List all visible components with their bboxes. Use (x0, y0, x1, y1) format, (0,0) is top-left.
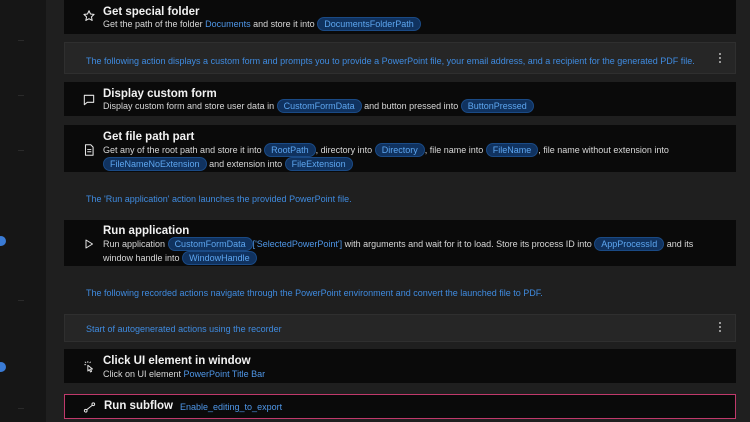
action-description: Click on UI element PowerPoint Title Bar (103, 367, 720, 381)
action-description: Run application CustomFormData ['Selected… (103, 237, 720, 265)
desc-text: Get the path of the folder (103, 19, 203, 29)
variable-chip[interactable]: FileNameNoExtension (103, 157, 207, 171)
action-run-subflow[interactable]: Run subflow Enable_editing_to_export (64, 394, 736, 419)
action-description: Display custom form and store user data … (103, 99, 720, 113)
action-title: Get file path part (103, 131, 195, 143)
desc-text: and store it into (253, 19, 315, 29)
variable-chip[interactable]: DocumentsFolderPath (317, 17, 421, 31)
rail-tick (18, 150, 24, 151)
property-key: ['SelectedPowerPoint'] (252, 239, 343, 249)
comment-autogen-note: Start of autogenerated actions using the… (86, 324, 282, 334)
left-rail (0, 0, 46, 422)
desc-text: and button pressed into (364, 101, 459, 111)
action-description: Get the path of the folder Documents and… (103, 17, 720, 31)
action-description: Get any of the root path and store it in… (103, 143, 720, 171)
variable-chip[interactable]: WindowHandle (182, 251, 257, 265)
action-title: Click UI element in window (103, 355, 251, 367)
desc-text: Click on UI element (103, 369, 182, 379)
desc-text: and extension into (209, 159, 283, 169)
variable-chip[interactable]: AppProcessId (594, 237, 665, 251)
comment-recorded-note: The following recorded actions navigate … (86, 288, 543, 298)
action-title: Run application (103, 225, 190, 237)
play-icon (80, 235, 98, 253)
rail-tick (18, 300, 24, 301)
variable-chip[interactable]: CustomFormData (167, 237, 253, 251)
action-get-file-path-part[interactable]: Get file path part Get any of the root p… (64, 125, 736, 172)
kebab-icon[interactable] (719, 53, 723, 63)
variable-chip[interactable]: RootPath (264, 143, 316, 157)
variable-chip[interactable]: ButtonPressed (460, 99, 534, 113)
breakpoint-dot[interactable] (0, 236, 6, 246)
action-get-special-folder[interactable]: Get special folder Get the path of the f… (64, 0, 736, 34)
desc-text: , file name without extension into (538, 145, 669, 155)
action-run-application[interactable]: Run application Run application CustomFo… (64, 220, 736, 266)
desc-text: , directory into (315, 145, 373, 155)
star-icon (80, 7, 98, 25)
breakpoint-dot[interactable] (0, 362, 6, 372)
desc-text: with arguments and wait for it to load. … (344, 239, 592, 249)
desc-text: Get any of the root path and store it in… (103, 145, 262, 155)
subflow-icon (81, 399, 97, 415)
variable-chip[interactable]: CustomFormData (276, 99, 362, 113)
rail-tick (18, 40, 24, 41)
click-icon (80, 358, 98, 376)
variable-chip[interactable]: Directory (374, 143, 425, 157)
variable-chip[interactable]: FileExtension (284, 157, 353, 171)
desc-text: Display custom form and store user data … (103, 101, 275, 111)
folder-link[interactable]: Documents (205, 19, 251, 29)
action-title: Run subflow (104, 400, 173, 412)
comment-run-note: The 'Run application' action launches th… (86, 194, 352, 204)
message-icon (80, 91, 98, 109)
comment-form-note: The following action displays a custom f… (86, 56, 695, 66)
file-icon (80, 141, 98, 159)
ui-element-link[interactable]: PowerPoint Title Bar (184, 369, 266, 379)
desc-text: , file name into (424, 145, 484, 155)
action-display-custom-form[interactable]: Display custom form Display custom form … (64, 82, 736, 116)
rail-tick (18, 95, 24, 96)
action-click-ui-element[interactable]: Click UI element in window Click on UI e… (64, 349, 736, 383)
subflow-name-link[interactable]: Enable_editing_to_export (180, 402, 282, 412)
variable-chip[interactable]: FileName (485, 143, 539, 157)
desc-text: Run application (103, 239, 166, 249)
rail-tick (18, 408, 24, 409)
